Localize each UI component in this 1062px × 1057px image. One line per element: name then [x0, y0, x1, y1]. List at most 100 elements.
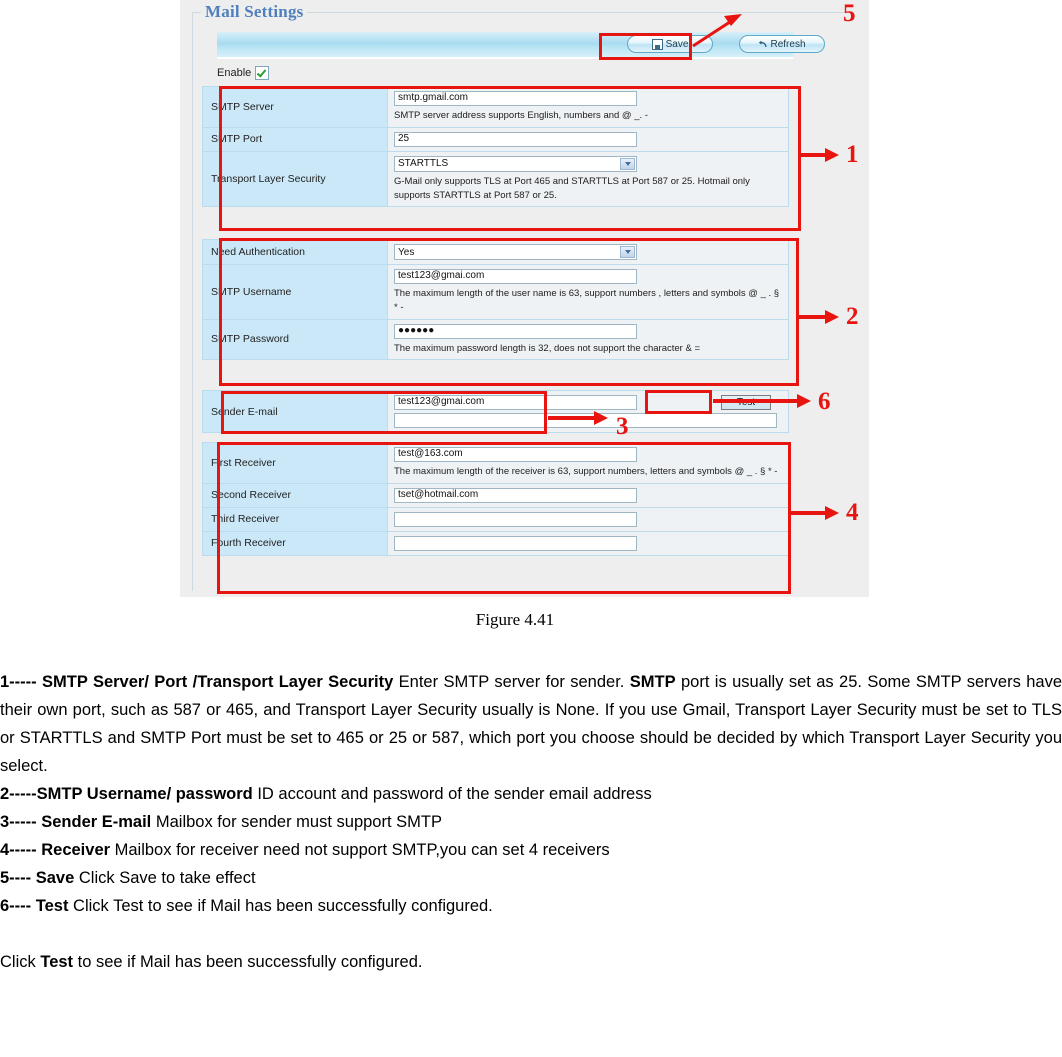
smtp-username-input[interactable]: test123@gmai.com: [394, 269, 637, 284]
annotation-number-3: 3: [616, 413, 629, 440]
third-receiver-label: Third Receiver: [202, 506, 388, 532]
item-2-title: 2-----SMTP Username/ password: [0, 785, 253, 803]
item-3-text: Mailbox for sender must support SMTP: [151, 813, 442, 831]
sender-email-cell: test123@gmai.com Test: [387, 390, 789, 433]
item-4-text: Mailbox for receiver need not support SM…: [110, 841, 610, 859]
smtp-password-cell: ●●●●●● The maximum password length is 32…: [387, 318, 789, 361]
item-6-text: Click Test to see if Mail has been succe…: [68, 897, 493, 915]
transport-layer-security-label: Transport Layer Security: [202, 150, 388, 208]
figure-caption: Figure 4.41: [475, 610, 555, 629]
first-receiver-input[interactable]: test@163.com: [394, 447, 637, 462]
floppy-disk-icon: [651, 38, 663, 50]
body-text: 1----- SMTP Server/ Port /Transport Laye…: [0, 668, 1062, 976]
table-row: Fourth Receiver: [202, 530, 789, 556]
smtp-port-input[interactable]: 25: [394, 131, 637, 147]
sender-email-label: Sender E-mail: [202, 390, 388, 433]
annotation-number-6: 6: [818, 388, 831, 415]
second-receiver-label: Second Receiver: [202, 482, 388, 508]
table-row: Need Authentication Yes: [202, 239, 789, 265]
closing-inline-bold: Test: [40, 953, 74, 971]
smtp-server-cell: smtp.gmail.com SMTP server address suppo…: [387, 86, 789, 128]
save-button[interactable]: Save: [627, 35, 713, 53]
smtp-username-label: SMTP Username: [202, 264, 388, 320]
closing-text-b: to see if Mail has been successfully con…: [73, 953, 423, 971]
item-5-title: 5---- Save: [0, 869, 75, 887]
paragraph-item-4: 4----- Receiver Mailbox for receiver nee…: [0, 836, 1062, 864]
chevron-down-icon[interactable]: [620, 246, 635, 258]
smtp-username-hint: The maximum length of the user name is 6…: [394, 288, 780, 313]
table-row: Transport Layer Security STARTTLS G-Mail…: [202, 150, 789, 208]
item-4-title: 4----- Receiver: [0, 841, 111, 859]
transport-layer-security-cell: STARTTLS G-Mail only supports TLS at Por…: [387, 150, 789, 208]
need-authentication-label: Need Authentication: [202, 239, 388, 265]
table-row: Third Receiver: [202, 506, 789, 532]
receivers-table: First Receiver test@163.com The maximum …: [202, 442, 789, 556]
annotation-number-2: 2: [846, 303, 859, 330]
third-receiver-cell: [387, 506, 789, 532]
table-row: First Receiver test@163.com The maximum …: [202, 442, 789, 484]
transport-layer-security-value: STARTTLS: [398, 158, 449, 170]
fourth-receiver-cell: [387, 530, 789, 556]
page-title: Mail Settings: [201, 2, 308, 22]
smtp-server-label: SMTP Server: [202, 86, 388, 128]
annotation-number-1: 1: [846, 141, 859, 168]
need-authentication-value: Yes: [398, 246, 415, 258]
table-row: SMTP Username test123@gmai.com The maxim…: [202, 264, 789, 320]
smtp-server-input[interactable]: smtp.gmail.com: [394, 91, 637, 106]
enable-row: Enable: [217, 66, 270, 80]
table-row: SMTP Server smtp.gmail.com SMTP server a…: [202, 86, 789, 128]
enable-checkbox[interactable]: [255, 66, 270, 80]
screenshot-region: Mail Settings Save Refresh Enable SMTP S…: [180, 0, 869, 597]
annotation-number-5: 5: [843, 0, 856, 27]
chevron-down-icon[interactable]: [620, 157, 635, 170]
transport-layer-security-hint: G-Mail only supports TLS at Port 465 and…: [394, 175, 750, 201]
paragraph-item-5: 5---- Save Click Save to take effect: [0, 864, 1062, 892]
smtp-port-label: SMTP Port: [202, 126, 388, 152]
second-receiver-cell: tset@hotmail.com: [387, 482, 789, 508]
first-receiver-hint: The maximum length of the receiver is 63…: [394, 466, 778, 477]
smtp-server-table: SMTP Server smtp.gmail.com SMTP server a…: [202, 86, 789, 208]
sender-email-secondary-input[interactable]: [394, 413, 777, 428]
paragraph-item-6: 6---- Test Click Test to see if Mail has…: [0, 892, 1062, 920]
item-1-title: 1----- SMTP Server/ Port /Transport Laye…: [0, 673, 394, 691]
table-row: Sender E-mail test123@gmai.com Test: [202, 390, 789, 433]
fourth-receiver-label: Fourth Receiver: [202, 530, 388, 556]
smtp-password-input[interactable]: ●●●●●●: [394, 323, 637, 339]
second-receiver-input[interactable]: tset@hotmail.com: [394, 487, 637, 503]
first-receiver-label: First Receiver: [202, 442, 388, 484]
refresh-arrow-icon: [758, 40, 767, 49]
refresh-button-label: Refresh: [770, 38, 806, 50]
smtp-username-cell: test123@gmai.com The maximum length of t…: [387, 264, 789, 320]
mail-settings-page: Mail Settings Save Refresh Enable SMTP S…: [180, 0, 869, 597]
paragraph-item-3: 3----- Sender E-mail Mailbox for sender …: [0, 808, 1062, 836]
paragraph-item-2: 2-----SMTP Username/ password ID account…: [0, 780, 1062, 808]
third-receiver-input[interactable]: [394, 511, 637, 527]
smtp-port-cell: 25: [387, 126, 789, 152]
annotation-number-4: 4: [846, 499, 859, 526]
item-1-text-a: Enter SMTP server for sender.: [393, 673, 630, 691]
item-5-text: Click Save to take effect: [74, 869, 256, 887]
paragraph-closing: Click Test to see if Mail has been succe…: [0, 948, 1062, 976]
fourth-receiver-input[interactable]: [394, 535, 637, 551]
item-3-title: 3----- Sender E-mail: [0, 813, 152, 831]
smtp-password-label: SMTP Password: [202, 318, 388, 361]
paragraph-item-1: 1----- SMTP Server/ Port /Transport Laye…: [0, 668, 1062, 780]
item-1-inline-bold: SMTP: [629, 673, 676, 691]
save-button-label: Save: [665, 38, 689, 50]
smtp-server-hint: SMTP server address supports English, nu…: [394, 110, 648, 121]
transport-layer-security-select[interactable]: STARTTLS: [394, 155, 637, 172]
need-authentication-select[interactable]: Yes: [394, 244, 637, 260]
authentication-table: Need Authentication Yes SMTP Username te…: [202, 239, 789, 361]
table-row: SMTP Password ●●●●●● The maximum passwor…: [202, 318, 789, 361]
smtp-password-hint: The maximum password length is 32, does …: [394, 342, 701, 354]
refresh-button[interactable]: Refresh: [739, 35, 825, 53]
sender-email-input[interactable]: test123@gmai.com: [394, 395, 637, 410]
item-2-text: ID account and password of the sender em…: [252, 785, 652, 803]
table-row: SMTP Port 25: [202, 126, 789, 152]
closing-text-a: Click: [0, 953, 41, 971]
item-6-title: 6---- Test: [0, 897, 69, 915]
sender-email-table: Sender E-mail test123@gmai.com Test: [202, 390, 789, 433]
first-receiver-cell: test@163.com The maximum length of the r…: [387, 442, 789, 484]
table-row: Second Receiver tset@hotmail.com: [202, 482, 789, 508]
test-button[interactable]: Test: [721, 395, 771, 410]
